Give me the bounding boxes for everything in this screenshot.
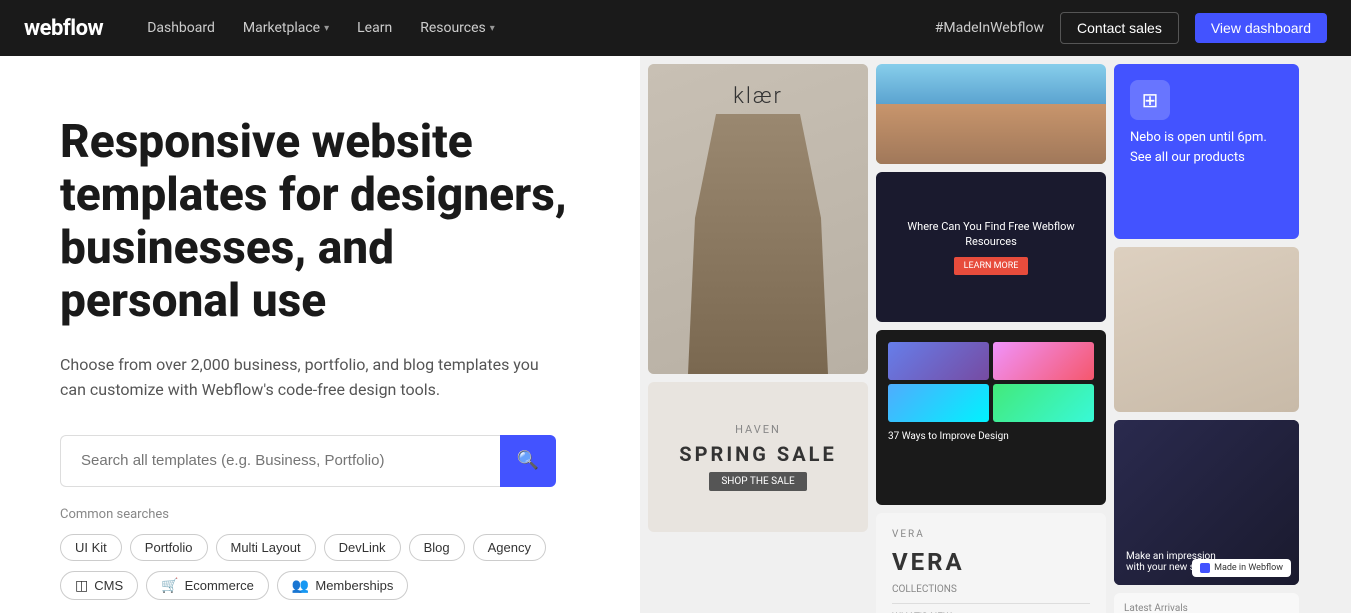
ecommerce-icon: 🛒: [161, 577, 178, 594]
spring-sale-nav: HAVEN: [735, 423, 781, 436]
vera-label: VERA: [892, 529, 1090, 540]
template-col-1: klær HAVEN SPRING SALE SHOP THE SALE: [648, 64, 868, 605]
template-card-modern-fashion[interactable]: Make an impressionwith your new style Ma…: [1114, 420, 1299, 585]
improve-img-4: [993, 384, 1094, 422]
template-card-nebo[interactable]: ⊞ Nebo is open until 6pm. See all our pr…: [1114, 64, 1299, 239]
cms-icon: ◫: [75, 577, 88, 594]
improve-title: 37 Ways to Improve Design: [888, 430, 1094, 444]
tag-label: CMS: [94, 578, 123, 593]
template-card-resources[interactable]: Where Can You Find Free Webflow Resource…: [876, 172, 1106, 322]
navbar: webflow Dashboard Marketplace ▾ Learn Re…: [0, 0, 1351, 56]
spring-sale-title: SPRING SALE: [679, 442, 836, 466]
tag-label: DevLink: [339, 540, 386, 555]
memberships-icon: 👥: [292, 577, 309, 594]
made-in-webflow-badge: Made in Webflow: [1192, 559, 1291, 577]
template-card-fashion2[interactable]: [1114, 247, 1299, 412]
klaer-brand-name: klær: [733, 84, 783, 109]
fashion2-inner: [1114, 247, 1299, 412]
template-card-latest[interactable]: Latest Arrivals: [1114, 593, 1299, 613]
template-card-bridge[interactable]: [876, 64, 1106, 164]
tag-blog[interactable]: Blog: [409, 534, 465, 561]
tag-row-2: ◫ CMS 🛒 Ecommerce 👥 Memberships: [60, 571, 592, 600]
latest-arrivals-title: Latest Arrivals: [1124, 603, 1289, 613]
resources-button: LEARN MORE: [954, 257, 1029, 275]
search-button[interactable]: 🔍: [500, 435, 556, 487]
resources-title: Where Can You Find Free Webflow Resource…: [888, 219, 1094, 250]
vera-collections: COLLECTIONS: [892, 584, 1090, 595]
tag-label: Blog: [424, 540, 450, 555]
tag-cms[interactable]: ◫ CMS: [60, 571, 138, 600]
template-card-vera[interactable]: VERA VERA COLLECTIONS WHAT'S NEW SALE: [876, 513, 1106, 613]
template-card-klaer[interactable]: klær: [648, 64, 868, 374]
tag-label: UI Kit: [75, 540, 107, 555]
chevron-down-icon: ▾: [324, 23, 329, 34]
templates-mosaic: klær HAVEN SPRING SALE SHOP THE SALE Whe…: [640, 56, 1351, 613]
improve-grid: [888, 342, 1094, 422]
search-row: 🔍: [60, 435, 592, 487]
tag-label: Memberships: [315, 578, 393, 593]
nav-learn[interactable]: Learn: [345, 14, 404, 42]
nav-marketplace[interactable]: Marketplace ▾: [231, 14, 341, 42]
fashion-figure: [688, 114, 828, 374]
tag-ui-kit[interactable]: UI Kit: [60, 534, 122, 561]
left-panel: Responsive website templates for designe…: [0, 56, 640, 613]
tag-ecommerce[interactable]: 🛒 Ecommerce: [146, 571, 269, 600]
search-input[interactable]: [60, 435, 500, 487]
tag-label: Ecommerce: [185, 578, 254, 593]
tag-multi-layout[interactable]: Multi Layout: [216, 534, 316, 561]
vera-divider: [892, 603, 1090, 604]
tag-portfolio[interactable]: Portfolio: [130, 534, 208, 561]
webflow-dot-icon: [1200, 563, 1210, 573]
tag-devlink[interactable]: DevLink: [324, 534, 401, 561]
template-col-3: ⊞ Nebo is open until 6pm. See all our pr…: [1114, 64, 1299, 605]
bridge-overlay: [876, 104, 1106, 164]
template-card-spring-sale[interactable]: HAVEN SPRING SALE SHOP THE SALE: [648, 382, 868, 532]
tag-memberships[interactable]: 👥 Memberships: [277, 571, 408, 600]
made-in-webflow-link[interactable]: #MadeInWebflow: [935, 20, 1044, 36]
main-container: Responsive website templates for designe…: [0, 0, 1351, 613]
vera-title: VERA: [892, 548, 1090, 576]
nebo-text: Nebo is open until 6pm. See all our prod…: [1130, 128, 1283, 167]
common-searches-label: Common searches: [60, 507, 592, 522]
hero-title: Responsive website templates for designe…: [60, 116, 580, 328]
spring-sale-button: SHOP THE SALE: [709, 472, 806, 491]
contact-sales-button[interactable]: Contact sales: [1060, 12, 1179, 44]
tag-agency[interactable]: Agency: [473, 534, 546, 561]
nav-resources[interactable]: Resources ▾: [408, 14, 507, 42]
nav-right: #MadeInWebflow Contact sales View dashbo…: [935, 12, 1327, 44]
nebo-icon: ⊞: [1130, 80, 1170, 120]
improve-img-2: [993, 342, 1094, 380]
improve-img-1: [888, 342, 989, 380]
template-card-improve[interactable]: 37 Ways to Improve Design: [876, 330, 1106, 505]
search-icon: 🔍: [517, 450, 539, 471]
view-dashboard-button[interactable]: View dashboard: [1195, 13, 1327, 43]
made-badge-text: Made in Webflow: [1214, 563, 1283, 573]
nav-dashboard[interactable]: Dashboard: [135, 14, 227, 42]
templates-panel: klær HAVEN SPRING SALE SHOP THE SALE Whe…: [640, 56, 1351, 613]
nav-links: Dashboard Marketplace ▾ Learn Resources …: [135, 14, 935, 42]
improve-img-3: [888, 384, 989, 422]
logo[interactable]: webflow: [24, 16, 103, 41]
tag-label: Portfolio: [145, 540, 193, 555]
template-col-2: Where Can You Find Free Webflow Resource…: [876, 64, 1106, 605]
tag-row-1: UI Kit Portfolio Multi Layout DevLink Bl…: [60, 534, 592, 561]
hero-subtitle: Choose from over 2,000 business, portfol…: [60, 352, 540, 403]
chevron-down-icon: ▾: [490, 23, 495, 34]
tag-label: Multi Layout: [231, 540, 301, 555]
tag-label: Agency: [488, 540, 531, 555]
